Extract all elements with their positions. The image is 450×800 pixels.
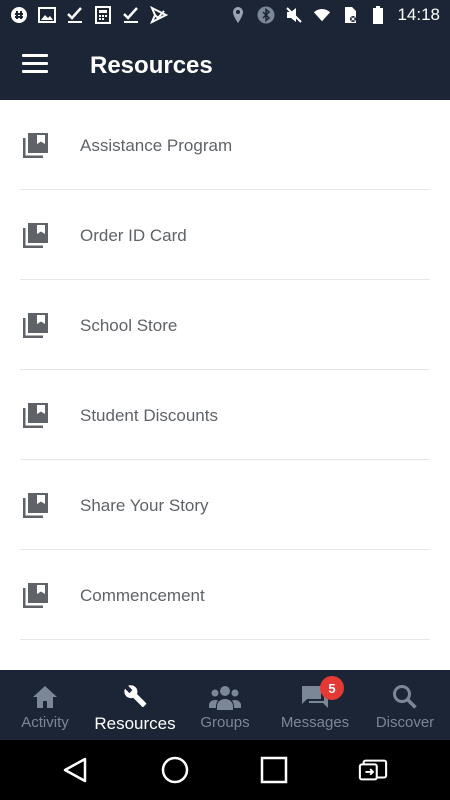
- send-check-icon: [150, 6, 168, 24]
- list-item-label: Commencement: [80, 586, 205, 605]
- groups-icon: [209, 682, 241, 712]
- status-bar: 14:18: [0, 0, 450, 32]
- bottom-nav: Activity Resources Groups 5 Messages Dis…: [0, 670, 450, 740]
- recents-icon[interactable]: [259, 755, 289, 785]
- home-icon: [32, 682, 58, 712]
- list-item-label: School Store: [80, 316, 178, 335]
- notification-badge: 5: [320, 676, 344, 700]
- wifi-icon: [313, 6, 331, 24]
- list-item[interactable]: Commencement: [0, 550, 450, 640]
- list-item[interactable]: Share Your Story: [0, 460, 450, 550]
- search-icon: [392, 682, 418, 712]
- tab-label: Discover: [375, 714, 435, 731]
- list-item[interactable]: School Store: [0, 280, 450, 370]
- tab-label: Resources: [94, 714, 176, 733]
- tab-groups[interactable]: Groups: [180, 670, 270, 740]
- status-bar-notifications: [10, 6, 168, 24]
- page-title: Resources: [90, 52, 213, 79]
- list-item[interactable]: Assistance Program: [0, 100, 450, 190]
- wrench-icon: [121, 682, 149, 712]
- tab-discover[interactable]: Discover: [360, 670, 450, 740]
- library-books-icon: [22, 133, 48, 159]
- library-books-icon: [22, 493, 48, 519]
- list-item-label: Share Your Story: [80, 496, 209, 515]
- library-books-icon: [22, 583, 48, 609]
- library-books-icon: [22, 223, 48, 249]
- battery-icon: [369, 6, 387, 24]
- tab-resources[interactable]: Resources: [90, 670, 180, 740]
- list-item[interactable]: Student Discounts: [0, 370, 450, 460]
- divider: [20, 639, 430, 640]
- mute-icon: [285, 6, 303, 24]
- back-icon[interactable]: [60, 755, 90, 785]
- list-item-label: Assistance Program: [80, 136, 233, 155]
- library-books-icon: [22, 403, 48, 429]
- tab-label: Groups: [200, 714, 250, 731]
- library-books-icon: [22, 313, 48, 339]
- calculator-icon: [94, 6, 112, 24]
- location-icon: [229, 6, 247, 24]
- hamburger-menu-icon[interactable]: [22, 54, 48, 76]
- check-icon: [122, 6, 140, 24]
- status-time: 14:18: [397, 5, 440, 24]
- image-icon: [38, 6, 56, 24]
- app-notification-icon: [10, 6, 28, 24]
- tab-activity[interactable]: Activity: [0, 670, 90, 740]
- list-item[interactable]: Order ID Card: [0, 190, 450, 280]
- app-bar: Resources: [0, 32, 450, 100]
- tab-label: Activity: [21, 714, 69, 731]
- list-item-label: Order ID Card: [80, 226, 187, 245]
- sim-card-icon: [341, 6, 359, 24]
- status-bar-system: 14:18: [229, 5, 440, 25]
- screen-rotate-icon[interactable]: [358, 755, 388, 785]
- bluetooth-icon: [257, 6, 275, 24]
- home-circle-icon[interactable]: [160, 755, 190, 785]
- tab-messages[interactable]: 5 Messages: [270, 670, 360, 740]
- android-nav-bar: [0, 740, 450, 800]
- check-icon: [66, 6, 84, 24]
- tab-label: Messages: [280, 714, 350, 731]
- list-item-label: Student Discounts: [80, 406, 218, 425]
- resource-list: Assistance Program Order ID Card School …: [0, 100, 450, 640]
